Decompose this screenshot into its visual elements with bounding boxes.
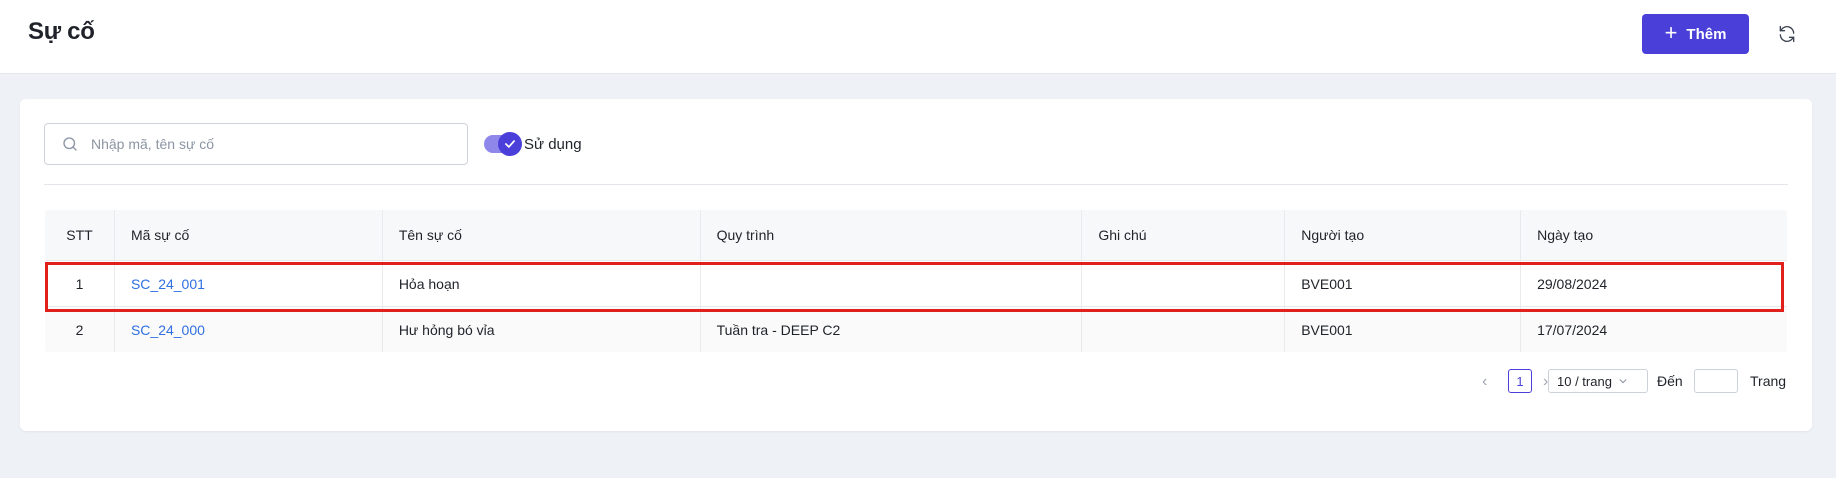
table-header-row: STT Mã sự cố Tên sự cố Quy trình Ghi chú… xyxy=(45,210,1787,261)
cell-stt: 2 xyxy=(45,306,115,352)
add-button-label: Thêm xyxy=(1686,25,1727,43)
toggle-knob xyxy=(498,132,522,156)
column-header-code[interactable]: Mã sự cố xyxy=(114,210,383,261)
column-header-note[interactable]: Ghi chú xyxy=(1081,210,1286,261)
goto-page-input[interactable] xyxy=(1694,369,1738,393)
goto-label: Đến xyxy=(1657,373,1683,389)
content-card: Sử dụng STT Mã sự cố Tên sự cố Quy trình… xyxy=(20,99,1812,431)
active-toggle[interactable] xyxy=(484,132,522,156)
check-icon xyxy=(505,140,515,148)
cell-stt: 1 xyxy=(45,260,115,307)
cell-name: Hỏa hoạn xyxy=(382,260,701,307)
refresh-icon xyxy=(1779,25,1795,43)
column-header-stt[interactable]: STT xyxy=(45,210,115,261)
cell-process xyxy=(700,260,1083,307)
prev-page-icon[interactable]: ‹ xyxy=(1482,373,1487,391)
column-header-date[interactable]: Ngày tạo xyxy=(1520,210,1787,261)
cell-process: Tuần tra - DEEP C2 xyxy=(700,306,1083,352)
toggle-label: Sử dụng xyxy=(524,136,582,153)
cell-code-link[interactable]: SC_24_001 xyxy=(114,260,383,307)
page-number-current[interactable]: 1 xyxy=(1508,369,1532,393)
chevron-down-icon xyxy=(1619,379,1627,384)
table-row[interactable]: 1 SC_24_001 Hỏa hoạn BVE001 29/08/2024 xyxy=(45,260,1787,307)
pagination: ‹ 1 › 10 / trang Đến Trang xyxy=(20,369,1788,397)
search-box[interactable] xyxy=(44,123,468,165)
search-input[interactable] xyxy=(91,136,431,152)
search-icon xyxy=(63,137,77,151)
column-header-process[interactable]: Quy trình xyxy=(700,210,1083,261)
top-header: Sự cố + Thêm xyxy=(0,0,1836,74)
table-row[interactable]: 2 SC_24_000 Hư hỏng bó vỉa Tuần tra - DE… xyxy=(45,306,1787,352)
page-label: Trang xyxy=(1750,373,1787,389)
divider xyxy=(44,184,1788,185)
cell-note xyxy=(1081,260,1286,307)
refresh-button[interactable] xyxy=(1772,18,1802,50)
cell-date: 17/07/2024 xyxy=(1520,306,1787,352)
incident-table: STT Mã sự cố Tên sự cố Quy trình Ghi chú… xyxy=(44,209,1788,353)
cell-creator: BVE001 xyxy=(1284,260,1522,307)
cell-note xyxy=(1081,306,1286,352)
column-header-name[interactable]: Tên sự cố xyxy=(382,210,701,261)
column-header-creator[interactable]: Người tạo xyxy=(1284,210,1522,261)
page-size-value: 10 / trang xyxy=(1557,373,1612,389)
plus-icon: + xyxy=(1664,20,1678,45)
page-title: Sự cố xyxy=(28,18,95,45)
cell-date: 29/08/2024 xyxy=(1520,260,1787,307)
cell-code-link[interactable]: SC_24_000 xyxy=(114,306,383,352)
add-button[interactable]: + Thêm xyxy=(1642,14,1749,54)
cell-name: Hư hỏng bó vỉa xyxy=(382,306,701,352)
page-size-select[interactable]: 10 / trang xyxy=(1548,369,1648,393)
cell-creator: BVE001 xyxy=(1284,306,1522,352)
